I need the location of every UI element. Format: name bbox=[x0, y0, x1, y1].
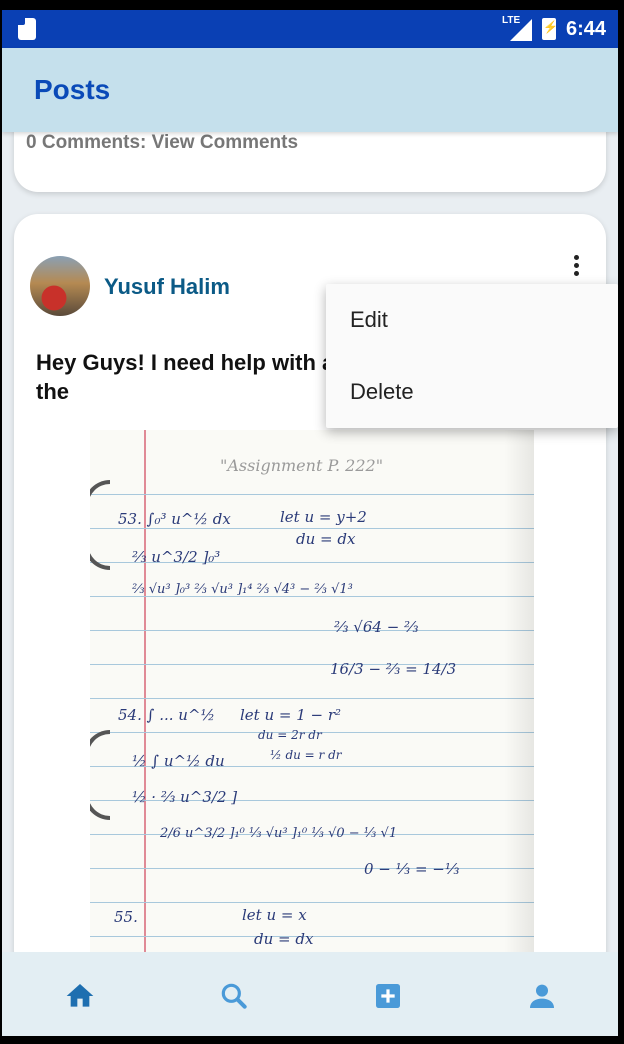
handwritten-line: ½ ∫ u^½ du bbox=[132, 752, 225, 770]
nav-home[interactable] bbox=[62, 978, 98, 1014]
handwritten-line: 2/6 u^3/2 ]₁⁰ ⅓ √u³ ]₁⁰ ⅓ √0 − ⅓ √1 bbox=[160, 826, 398, 841]
handwritten-line: 55. bbox=[114, 908, 138, 926]
handwritten-line: ⅔ √64 − ⅔ bbox=[334, 618, 419, 636]
app-bar: Posts bbox=[2, 48, 618, 132]
post-author[interactable]: Yusuf Halim bbox=[104, 274, 230, 300]
handwritten-line: let u = 1 − r² bbox=[240, 706, 342, 724]
post-options-menu: Edit Delete bbox=[326, 284, 618, 428]
nav-add-post[interactable] bbox=[370, 978, 406, 1014]
search-icon bbox=[221, 983, 247, 1009]
handwritten-line: 54. ∫ ... u^½ bbox=[118, 706, 216, 724]
signal-icon: LTE bbox=[501, 15, 532, 41]
handwritten-line: du = 2r dr bbox=[258, 728, 322, 742]
add-box-icon bbox=[376, 984, 400, 1008]
handwritten-line: ½ · ⅔ u^3/2 ] bbox=[132, 788, 238, 806]
home-icon bbox=[66, 984, 94, 1007]
nav-profile[interactable] bbox=[524, 978, 560, 1014]
handwritten-line: ½ du = r dr bbox=[270, 748, 342, 762]
status-bar: LTE 6:44 bbox=[2, 0, 618, 48]
handwritten-line: ⅔ √u³ ]₀³ ⅔ √u³ ]₁⁴ ⅔ √4³ − ⅔ √1³ bbox=[132, 582, 353, 597]
page-title: Posts bbox=[34, 74, 111, 105]
delete-menu-item[interactable]: Delete bbox=[326, 356, 618, 428]
network-type: LTE bbox=[501, 15, 521, 26]
post-image[interactable]: "Assignment P. 222" 53. ∫₀³ u^½ dx let u… bbox=[90, 430, 534, 974]
handwritten-line: 53. ∫₀³ u^½ dx bbox=[118, 510, 231, 528]
handwritten-line: 0 − ⅓ = −⅓ bbox=[364, 860, 460, 878]
avatar[interactable] bbox=[30, 256, 90, 316]
handwritten-line: du = dx bbox=[296, 530, 356, 548]
phone-screen: LTE 6:44 Posts 0 Comments: View Comments… bbox=[2, 0, 618, 1044]
handwritten-line: 16/3 − ⅔ = 14/3 bbox=[330, 660, 457, 678]
handwritten-line: let u = x bbox=[242, 906, 307, 924]
bottom-navigation bbox=[2, 952, 618, 1036]
battery-icon bbox=[541, 18, 558, 40]
edit-menu-item[interactable]: Edit bbox=[326, 284, 618, 356]
person-icon bbox=[530, 984, 554, 1008]
handwritten-line: let u = y+2 bbox=[280, 508, 367, 526]
handwritten-line: du = dx bbox=[254, 930, 314, 948]
status-time: 6:44 bbox=[565, 17, 606, 40]
handwritten-line: ⅔ u^3/2 ]₀³ bbox=[132, 548, 221, 566]
view-comments-link[interactable]: 0 Comments: View Comments bbox=[26, 132, 298, 154]
nav-search[interactable] bbox=[216, 978, 252, 1014]
handwritten-heading: "Assignment P. 222" bbox=[220, 456, 384, 475]
sd-card-icon bbox=[18, 18, 36, 40]
more-options-icon[interactable] bbox=[566, 250, 586, 280]
